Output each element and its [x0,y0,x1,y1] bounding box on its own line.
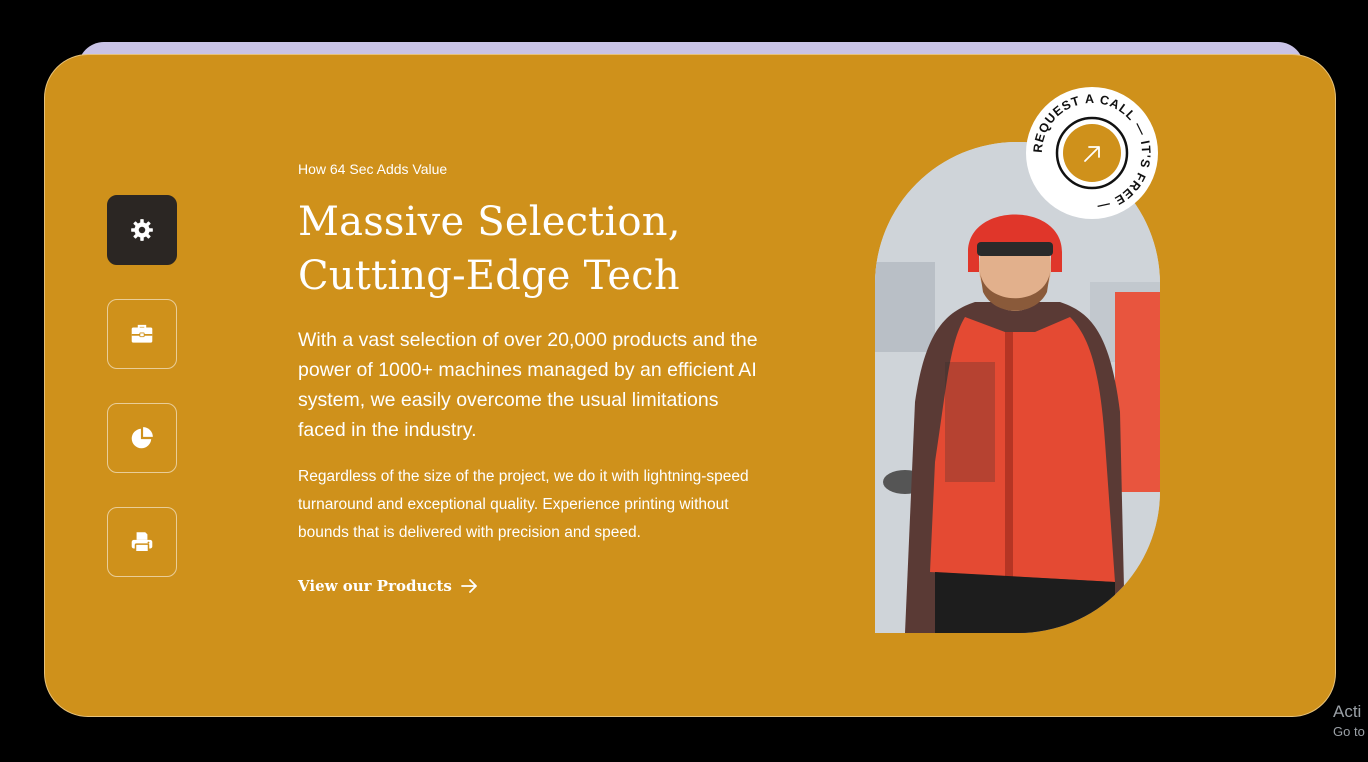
tab-briefcase[interactable] [107,299,177,369]
request-call-badge[interactable]: REQUEST A CALL — IT'S FREE — [1026,87,1158,219]
pie-chart-icon [129,425,155,451]
arrow-right-icon [460,579,477,593]
headline-line-1: Massive Selection, [298,199,681,245]
tab-gear[interactable] [107,195,177,265]
watermark-line-1: Acti [1333,702,1362,721]
tab-printer[interactable] [107,507,177,577]
headline-line-2: Cutting-Edge Tech [298,253,680,299]
section-headline: Massive Selection, Cutting-Edge Tech [298,195,758,303]
feature-card: How 64 Sec Adds Value Massive Selection,… [44,54,1336,717]
body-paragraph: Regardless of the size of the project, w… [298,468,749,541]
tab-pie-chart[interactable] [107,403,177,473]
watermark-line-2: Go to [1333,724,1365,739]
view-products-label: View our Products [298,577,452,595]
gear-icon [129,217,155,243]
view-products-link[interactable]: View our Products [298,577,478,595]
section-eyebrow: How 64 Sec Adds Value [298,161,448,177]
lead-paragraph: With a vast selection of over 20,000 pro… [298,329,758,441]
printer-icon [129,529,155,555]
windows-activation-watermark: Acti Go to [1333,702,1365,742]
briefcase-icon [129,321,155,347]
